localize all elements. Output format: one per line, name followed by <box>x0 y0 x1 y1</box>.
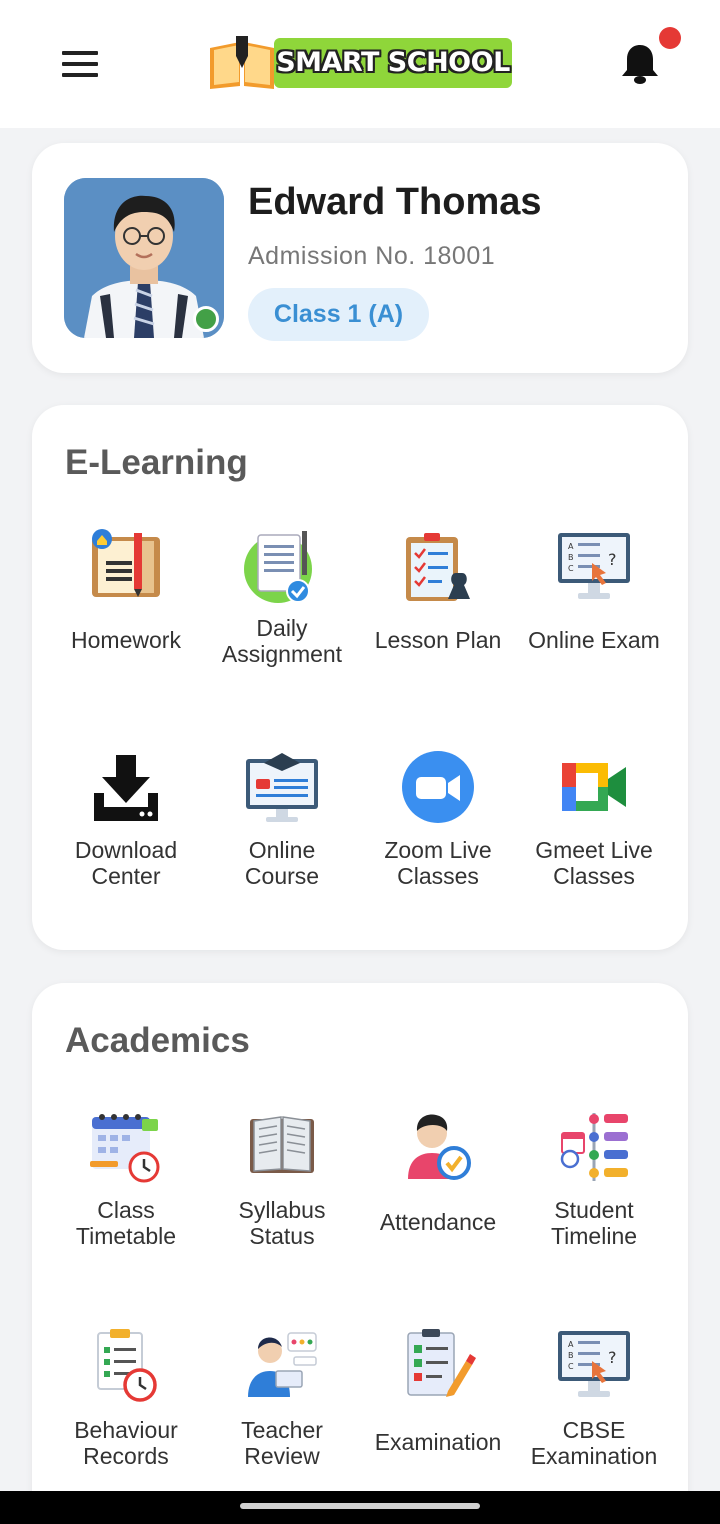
academics-card: Academics Class Timetable Syllabus Statu… <box>32 983 688 1523</box>
online-status-dot <box>193 306 219 332</box>
tile-label: Syllabus Status <box>238 1197 326 1249</box>
tile-label: Attendance <box>379 1209 497 1235</box>
svg-text:?: ? <box>608 550 617 569</box>
admission-number: Admission No. 18001 <box>248 242 496 270</box>
tile-student-timeline[interactable]: Student Timeline <box>516 1109 672 1249</box>
hamburger-menu-icon[interactable] <box>62 51 98 77</box>
tile-download-center[interactable]: Download Center <box>48 749 204 889</box>
tile-label: CBSE Examination <box>530 1417 658 1469</box>
tile-label: Download Center <box>74 837 178 889</box>
tile-label: Behaviour Records <box>74 1417 178 1469</box>
syllabus-book-icon <box>250 1116 314 1173</box>
app-bar: SMART SCHOOL <box>0 0 720 128</box>
svg-text:C: C <box>568 564 574 573</box>
tile-teacher-review[interactable]: Teacher Review <box>204 1327 360 1469</box>
timetable-icon <box>90 1114 160 1183</box>
tile-label: Homework <box>71 627 181 653</box>
elearning-card: E-Learning Homework Daily Assignment Les… <box>32 405 688 950</box>
tile-behaviour-records[interactable]: Behaviour Records <box>48 1327 204 1469</box>
tile-syllabus-status[interactable]: Syllabus Status <box>204 1109 360 1249</box>
tile-zoom-live[interactable]: Zoom Live Classes <box>360 749 516 889</box>
svg-text:B: B <box>568 1351 574 1360</box>
tile-daily-assignment[interactable]: Daily Assignment <box>204 529 360 667</box>
svg-text:A: A <box>568 1340 574 1349</box>
tile-label: Online Exam <box>528 627 660 653</box>
student-name: Edward Thomas <box>248 181 542 223</box>
app-logo: SMART SCHOOL <box>206 36 512 89</box>
logo-book-icon <box>206 36 278 89</box>
tile-lesson-plan[interactable]: Lesson Plan <box>360 529 516 653</box>
profile-card[interactable]: Edward Thomas Admission No. 18001 Class … <box>32 143 688 373</box>
section-title-academics: Academics <box>65 1021 250 1060</box>
tile-examination[interactable]: Examination <box>360 1327 516 1455</box>
tile-class-timetable[interactable]: Class Timetable <box>48 1109 204 1249</box>
home-gesture-handle[interactable] <box>240 1503 480 1509</box>
attendance-icon <box>408 1114 471 1180</box>
notification-badge <box>659 27 681 49</box>
bell-icon[interactable] <box>620 42 660 86</box>
behaviour-records-icon <box>97 1329 157 1402</box>
tile-label: Student Timeline <box>550 1197 638 1249</box>
online-exam-icon: A B C ? <box>558 533 630 599</box>
tile-online-course[interactable]: Online Course <box>204 749 360 889</box>
tile-label: Examination <box>374 1429 502 1455</box>
tile-online-exam[interactable]: A B C ? Online Exam <box>516 529 672 653</box>
homework-icon <box>92 529 160 597</box>
tile-label: Online Course <box>244 837 320 889</box>
tile-label: Teacher Review <box>241 1417 323 1469</box>
app-name: SMART SCHOOL <box>274 37 512 88</box>
online-course-icon <box>246 753 318 822</box>
tile-homework[interactable]: Homework <box>48 529 204 653</box>
svg-text:C: C <box>568 1362 574 1371</box>
examination-icon <box>407 1329 476 1397</box>
timeline-icon <box>560 1113 628 1181</box>
svg-text:?: ? <box>608 1348 617 1367</box>
tile-label: Daily Assignment <box>221 615 343 667</box>
download-icon <box>94 755 158 821</box>
svg-text:B: B <box>568 553 574 562</box>
zoom-icon <box>402 751 474 823</box>
tile-gmeet-live[interactable]: Gmeet Live Classes <box>516 749 672 889</box>
cbse-exam-icon: A B C ? <box>558 1331 630 1397</box>
section-title-elearning: E-Learning <box>65 443 248 482</box>
tile-attendance[interactable]: Attendance <box>360 1109 516 1235</box>
teacher-review-icon <box>248 1332 317 1397</box>
class-badge: Class 1 (A) <box>248 288 429 341</box>
tile-cbse-examination[interactable]: A B C ? CBSE Examination <box>516 1327 672 1469</box>
tile-label: Class Timetable <box>75 1197 177 1249</box>
gmeet-icon <box>562 763 626 811</box>
tile-label: Zoom Live Classes <box>384 837 492 889</box>
daily-assignment-icon <box>244 531 312 603</box>
tile-label: Gmeet Live Classes <box>535 837 653 889</box>
svg-text:A: A <box>568 542 574 551</box>
tile-label: Lesson Plan <box>374 627 502 653</box>
lesson-plan-icon <box>406 533 470 601</box>
